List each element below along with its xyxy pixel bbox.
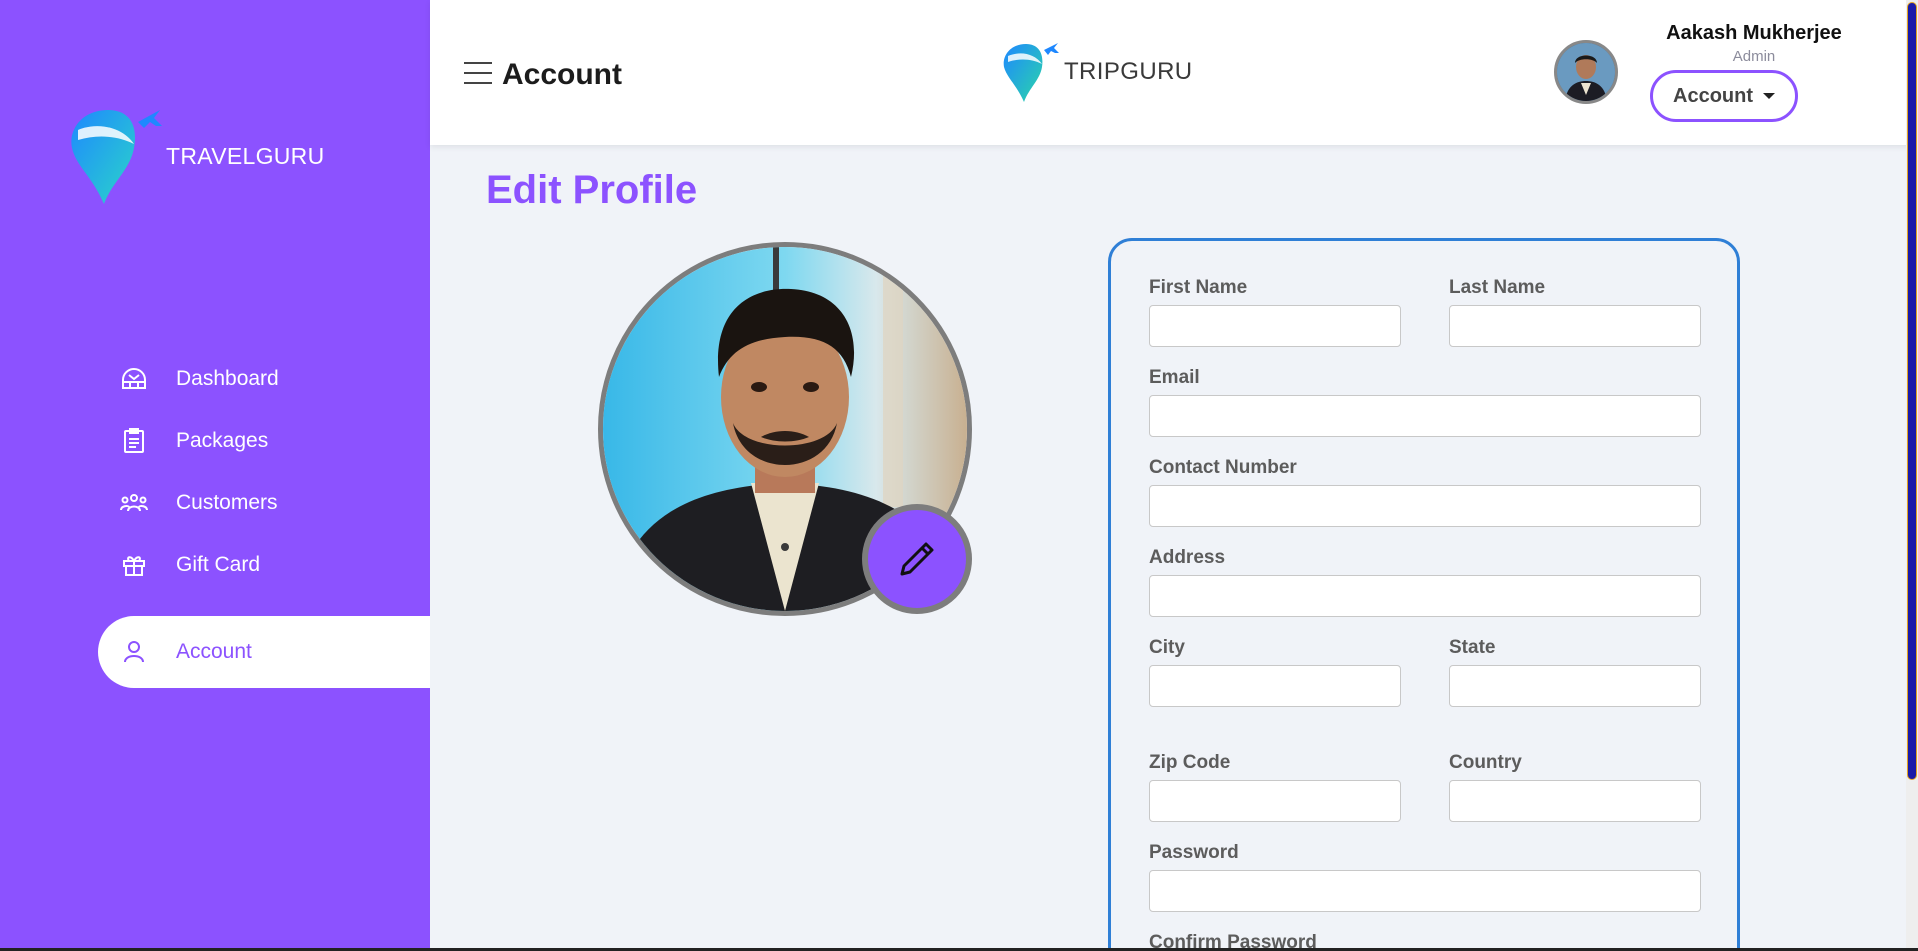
menu-icon[interactable] [464, 62, 492, 86]
address-label: Address [1149, 547, 1226, 568]
dashboard-icon [120, 365, 148, 393]
country-field: Country [1449, 752, 1701, 822]
user-name: Aakash Mukherjee [1666, 22, 1842, 44]
sidebar-item-label: Dashboard [176, 367, 279, 390]
email-field: Email [1149, 367, 1701, 437]
contact-number-input[interactable] [1149, 485, 1701, 527]
sidebar-item-label: Customers [176, 491, 278, 514]
contact-number-field: Contact Number [1149, 457, 1701, 527]
email-input[interactable] [1149, 395, 1701, 437]
email-label: Email [1149, 367, 1200, 388]
zip-code-input[interactable] [1149, 780, 1401, 822]
sidebar-nav: Dashboard Packages Customers Gift Card A… [0, 348, 430, 688]
sidebar-item-label: Gift Card [176, 553, 261, 576]
travel-logo-icon [71, 110, 162, 204]
sidebar-item-label: Account [176, 640, 252, 663]
avatar[interactable] [1554, 40, 1618, 104]
pencil-icon [900, 542, 934, 576]
contact-number-label: Contact Number [1149, 457, 1297, 478]
page-scrollbar[interactable] [1906, 0, 1918, 951]
user-role: Admin [1732, 48, 1776, 65]
sidebar-item-dashboard[interactable]: Dashboard [0, 348, 430, 410]
account-button-label: Account [1673, 84, 1753, 107]
address-input[interactable] [1149, 575, 1701, 617]
caret-down-icon [1763, 93, 1775, 99]
users-icon [120, 489, 148, 517]
password-field: Password [1149, 842, 1701, 912]
state-field: State [1449, 637, 1701, 707]
sidebar-brand-name: TRAVELGURU [166, 142, 325, 169]
zip-code-label: Zip Code [1149, 752, 1231, 773]
top-header: Account TRIPGURU Aakash Mukherjee Admin … [430, 0, 1918, 145]
trip-logo-icon [1003, 43, 1059, 102]
scrollbar-thumb[interactable] [1907, 2, 1917, 780]
city-field: City [1149, 637, 1401, 707]
last-name-input[interactable] [1449, 305, 1701, 347]
user-icon [120, 638, 148, 666]
country-label: Country [1449, 752, 1522, 773]
sidebar-item-label: Packages [176, 429, 269, 452]
profile-form: First Name Last Name Email Contact Numbe… [1108, 238, 1740, 951]
sidebar-brand[interactable]: TRAVELGURU [68, 104, 325, 208]
address-field: Address [1149, 547, 1701, 617]
password-label: Password [1149, 842, 1239, 863]
last-name-field: Last Name [1449, 277, 1701, 347]
account-dropdown-button[interactable]: Account [1650, 70, 1798, 122]
gift-icon [120, 551, 148, 579]
state-input[interactable] [1449, 665, 1701, 707]
header-brand-name: TRIPGURU [1064, 58, 1193, 85]
sidebar-item-gift-card[interactable]: Gift Card [0, 534, 430, 596]
sidebar: TRAVELGURU Dashboard Packages Customers … [0, 0, 430, 951]
first-name-input[interactable] [1149, 305, 1401, 347]
state-label: State [1449, 637, 1496, 658]
city-label: City [1149, 637, 1185, 658]
zip-code-field: Zip Code [1149, 752, 1401, 822]
sidebar-item-packages[interactable]: Packages [0, 410, 430, 472]
clipboard-icon [120, 427, 148, 455]
first-name-field: First Name [1149, 277, 1401, 347]
edit-photo-button[interactable] [862, 504, 972, 614]
sidebar-item-account[interactable]: Account [98, 616, 430, 688]
last-name-label: Last Name [1449, 277, 1546, 298]
header-title: Account [502, 58, 622, 91]
country-input[interactable] [1449, 780, 1701, 822]
page-title: Edit Profile [486, 168, 698, 212]
sidebar-item-customers[interactable]: Customers [0, 472, 430, 534]
city-input[interactable] [1149, 665, 1401, 707]
password-input[interactable] [1149, 870, 1701, 912]
header-brand[interactable]: TRIPGURU [1002, 40, 1193, 104]
first-name-label: First Name [1149, 277, 1248, 298]
